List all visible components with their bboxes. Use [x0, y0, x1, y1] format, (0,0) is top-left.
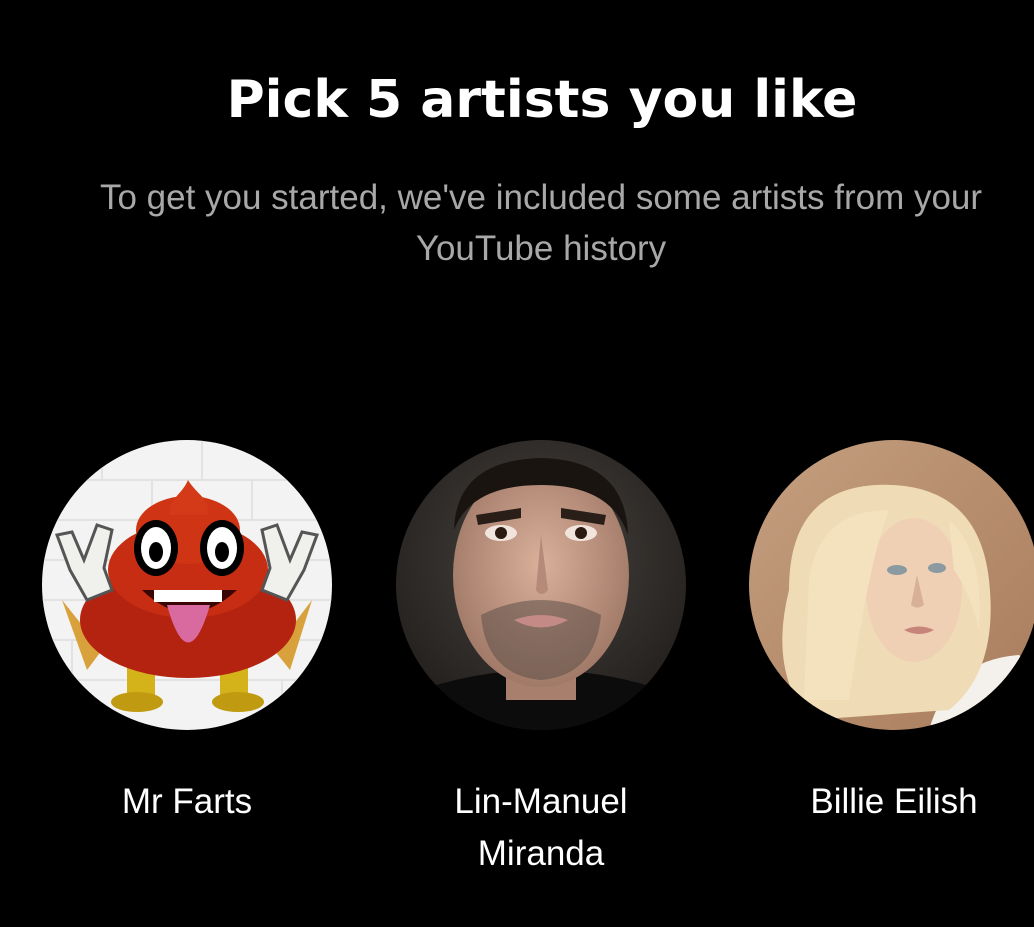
artist-avatar[interactable]	[396, 440, 686, 730]
artist-card-lin-manuel-miranda[interactable]: Lin-Manuel Miranda	[396, 440, 686, 880]
artist-name: Billie Eilish	[810, 782, 978, 821]
artist-avatar[interactable]	[42, 440, 332, 730]
page-title: Pick 5 artists you like	[226, 70, 858, 130]
artist-name: Lin-Manuel Miranda	[454, 782, 628, 873]
blonde-woman-portrait-avatar	[749, 440, 1034, 730]
artist-card-mr-farts[interactable]: Mr Farts	[42, 440, 332, 828]
artist-name: Mr Farts	[121, 782, 253, 821]
man-portrait-avatar	[396, 440, 686, 730]
poop-cartoon-avatar	[42, 440, 332, 730]
artist-avatar[interactable]	[749, 440, 1034, 730]
page-subtitle: To get you started, we've included some …	[99, 178, 983, 268]
artist-card-billie-eilish[interactable]: Billie Eilish	[749, 440, 1034, 828]
